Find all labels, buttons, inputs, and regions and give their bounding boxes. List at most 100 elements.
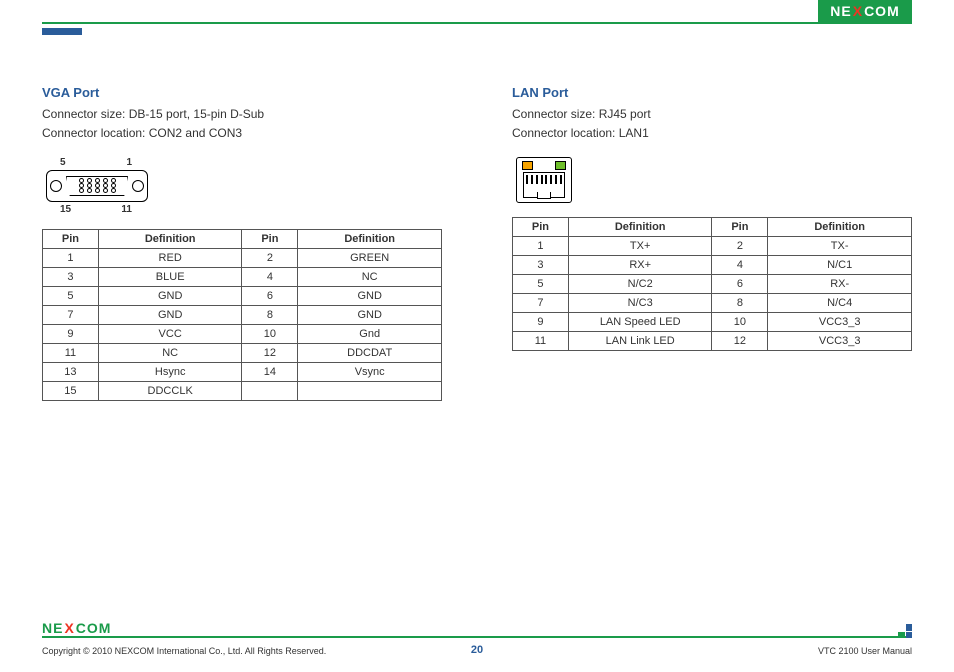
pin-cell — [242, 381, 298, 400]
pin-cell: 13 — [43, 362, 99, 381]
pin-cell: 15 — [43, 381, 99, 400]
definition-cell: VCC — [98, 324, 242, 343]
table-header-def: Definition — [298, 229, 442, 248]
vga-pin-label-5: 5 — [60, 157, 66, 168]
pin-cell: 10 — [712, 312, 768, 331]
pin-cell: 7 — [43, 305, 99, 324]
pin-cell: 2 — [242, 248, 298, 267]
table-row: 11LAN Link LED12VCC3_3 — [513, 331, 912, 350]
vga-pin-label-15: 15 — [60, 204, 71, 215]
definition-cell — [298, 381, 442, 400]
logo-text-right: COM — [864, 3, 900, 19]
pin-cell: 3 — [43, 267, 99, 286]
definition-cell: VCC3_3 — [768, 331, 912, 350]
header-accent — [42, 28, 82, 35]
table-header-def: Definition — [768, 217, 912, 236]
definition-cell: BLUE — [98, 267, 242, 286]
lan-pin-table: Pin Definition Pin Definition 1TX+2TX-3R… — [512, 217, 912, 351]
pin-cell: 4 — [242, 267, 298, 286]
definition-cell: N/C2 — [568, 274, 712, 293]
table-header-pin: Pin — [513, 217, 569, 236]
definition-cell: RED — [98, 248, 242, 267]
pin-cell: 8 — [242, 305, 298, 324]
nexcom-logo-top: NEXCOM — [818, 0, 912, 22]
table-row: 11NC12DDCDAT — [43, 343, 442, 362]
definition-cell: GND — [98, 286, 242, 305]
rj45-led-right — [555, 161, 566, 170]
pin-cell: 1 — [43, 248, 99, 267]
vga-title: VGA Port — [42, 85, 442, 100]
vga-pin-table: Pin Definition Pin Definition 1RED2GREEN… — [42, 229, 442, 401]
lan-connector-size: Connector size: RJ45 port — [512, 106, 912, 123]
pin-cell: 7 — [513, 293, 569, 312]
definition-cell: RX- — [768, 274, 912, 293]
definition-cell: N/C1 — [768, 255, 912, 274]
pin-cell: 11 — [513, 331, 569, 350]
pin-cell: 5 — [513, 274, 569, 293]
pin-cell: 12 — [242, 343, 298, 362]
definition-cell: NC — [98, 343, 242, 362]
definition-cell: LAN Speed LED — [568, 312, 712, 331]
vga-connector-location: Connector location: CON2 and CON3 — [42, 125, 442, 142]
table-row: 13Hsync14Vsync — [43, 362, 442, 381]
definition-cell: N/C3 — [568, 293, 712, 312]
definition-cell: Hsync — [98, 362, 242, 381]
definition-cell: GND — [98, 305, 242, 324]
definition-cell: TX+ — [568, 236, 712, 255]
pin-cell: 9 — [513, 312, 569, 331]
manual-name: VTC 2100 User Manual — [818, 646, 912, 656]
definition-cell: VCC3_3 — [768, 312, 912, 331]
lan-section: LAN Port Connector size: RJ45 port Conne… — [512, 85, 912, 401]
header-rule — [42, 22, 912, 24]
pin-cell: 6 — [242, 286, 298, 305]
definition-cell: NC — [298, 267, 442, 286]
pin-cell: 14 — [242, 362, 298, 381]
rj45-connector-diagram — [516, 157, 572, 203]
table-row: 9VCC10Gnd — [43, 324, 442, 343]
vga-pin-label-1: 1 — [126, 157, 132, 168]
pin-cell: 12 — [712, 331, 768, 350]
definition-cell: GND — [298, 305, 442, 324]
definition-cell: GREEN — [298, 248, 442, 267]
nexcom-logo-bottom: NEXCOM — [42, 620, 111, 636]
pin-cell: 11 — [43, 343, 99, 362]
vga-connector-diagram: 5 1 15 11 — [46, 157, 146, 215]
lan-connector-location: Connector location: LAN1 — [512, 125, 912, 142]
table-row: 3RX+4N/C1 — [513, 255, 912, 274]
table-row: 5GND6GND — [43, 286, 442, 305]
definition-cell: Vsync — [298, 362, 442, 381]
table-header-def: Definition — [568, 217, 712, 236]
table-row: 1RED2GREEN — [43, 248, 442, 267]
table-header-pin: Pin — [242, 229, 298, 248]
table-header-pin: Pin — [712, 217, 768, 236]
pin-cell: 4 — [712, 255, 768, 274]
definition-cell: LAN Link LED — [568, 331, 712, 350]
logo-text-x: X — [853, 3, 863, 19]
pin-cell: 1 — [513, 236, 569, 255]
page-number: 20 — [0, 644, 954, 656]
footer-ornament-icon — [898, 624, 912, 638]
pin-cell: 6 — [712, 274, 768, 293]
rj45-led-left — [522, 161, 533, 170]
definition-cell: N/C4 — [768, 293, 912, 312]
table-header-pin: Pin — [43, 229, 99, 248]
table-row: 5N/C26RX- — [513, 274, 912, 293]
table-row: 15DDCCLK — [43, 381, 442, 400]
table-row: 3BLUE4NC — [43, 267, 442, 286]
table-row: 7N/C38N/C4 — [513, 293, 912, 312]
pin-cell: 3 — [513, 255, 569, 274]
definition-cell: RX+ — [568, 255, 712, 274]
logo-text-left: NE — [830, 3, 851, 19]
vga-connector-size: Connector size: DB-15 port, 15-pin D-Sub — [42, 106, 442, 123]
pin-cell: 5 — [43, 286, 99, 305]
pin-cell: 9 — [43, 324, 99, 343]
definition-cell: GND — [298, 286, 442, 305]
table-row: 1TX+2TX- — [513, 236, 912, 255]
definition-cell: DDCDAT — [298, 343, 442, 362]
pin-cell: 10 — [242, 324, 298, 343]
table-row: 7GND8GND — [43, 305, 442, 324]
pin-cell: 2 — [712, 236, 768, 255]
pin-cell: 8 — [712, 293, 768, 312]
lan-title: LAN Port — [512, 85, 912, 100]
vga-pin-label-11: 11 — [121, 204, 132, 215]
